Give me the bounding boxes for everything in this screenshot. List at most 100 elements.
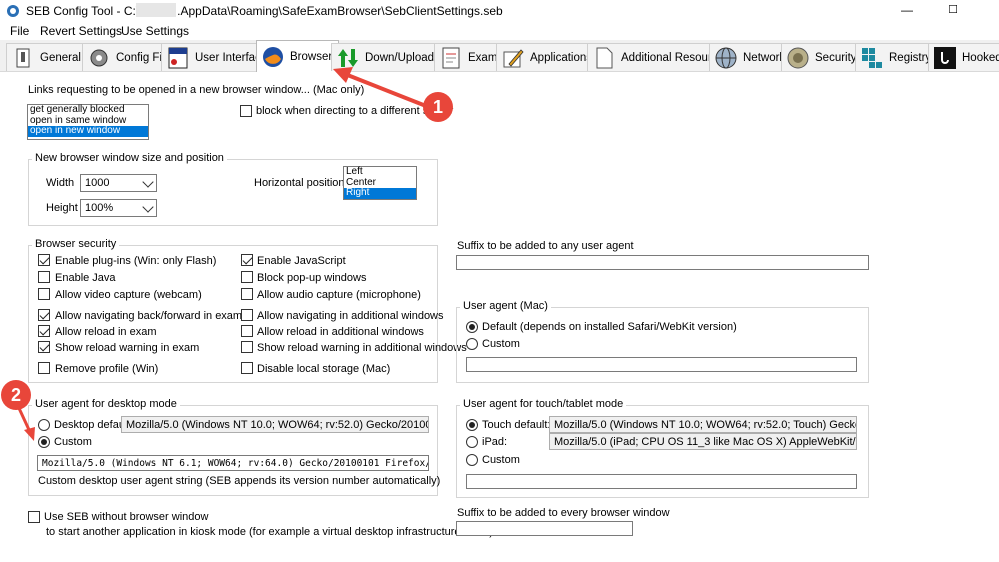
enable-java-checkbox[interactable] xyxy=(38,271,50,283)
window-title: SEB Config Tool - C:\Users\ .AppData\Roa… xyxy=(26,4,503,18)
desktop-custom-hint: Custom desktop user agent string (SEB ap… xyxy=(38,475,441,487)
tab-down-uploads[interactable]: Down/Uploads xyxy=(331,43,447,71)
tab-exam[interactable]: Exam xyxy=(434,43,505,71)
horizontal-positioning-listbox[interactable]: Left Center Right xyxy=(343,166,417,200)
disable-local-storage-checkbox[interactable] xyxy=(241,362,253,374)
mac-default-radio[interactable] xyxy=(466,321,478,333)
touch-default-radio[interactable] xyxy=(466,419,478,431)
height-label: Height xyxy=(46,202,78,214)
height-value: 100% xyxy=(85,202,114,214)
allow-reload-additional-label: Allow reload in additional windows xyxy=(257,326,424,338)
touch-default-ua-field[interactable]: Mozilla/5.0 (Windows NT 10.0; WOW64; rv:… xyxy=(549,416,857,433)
desktop-custom-radio[interactable] xyxy=(38,436,50,448)
allow-video-capture-checkbox[interactable] xyxy=(38,288,50,300)
menu-file[interactable]: File xyxy=(10,24,29,38)
seb-app-icon xyxy=(7,5,19,17)
tab-network[interactable]: Network xyxy=(709,43,793,71)
remove-profile-checkbox[interactable] xyxy=(38,362,50,374)
menu-bar: File Revert Settings Use Settings xyxy=(0,22,999,40)
ipad-ua-field[interactable]: Mozilla/5.0 (iPad; CPU OS 11_3 like Mac … xyxy=(549,433,857,450)
title-bar: SEB Config Tool - C:\Users\ .AppData\Roa… xyxy=(0,0,999,22)
switch-icon xyxy=(16,48,30,67)
allow-nav-additional-checkbox[interactable] xyxy=(241,309,253,321)
tab-general[interactable]: General xyxy=(6,43,88,71)
tab-label: Network xyxy=(743,51,786,64)
allow-audio-capture-label: Allow audio capture (microphone) xyxy=(257,289,421,301)
tab-label: Down/Uploads xyxy=(365,51,440,64)
tab-registry[interactable]: Registry xyxy=(855,43,939,71)
mac-custom-radio[interactable] xyxy=(466,338,478,350)
mac-default-label: Default (depends on installed Safari/Web… xyxy=(482,321,737,333)
desktop-custom-label: Custom xyxy=(54,436,92,448)
tab-label: Registry xyxy=(889,51,932,64)
list-item[interactable]: Left xyxy=(344,166,416,178)
blank-page-icon xyxy=(596,47,613,68)
chevron-down-icon xyxy=(142,176,154,188)
maximize-button[interactable]: ☐ xyxy=(930,0,976,22)
show-reload-warning-exam-checkbox[interactable] xyxy=(38,341,50,353)
document-icon xyxy=(442,47,460,68)
links-behavior-listbox[interactable]: get generally blocked open in same windo… xyxy=(27,104,149,140)
desktop-custom-ua-field[interactable]: Mozilla/5.0 (Windows NT 6.1; WOW64; rv:6… xyxy=(37,455,429,471)
list-item[interactable]: open in new window xyxy=(28,125,148,137)
ua-mac-group-title: User agent (Mac) xyxy=(460,300,551,312)
tab-label: Exam xyxy=(468,51,498,64)
touch-default-label: Touch default: xyxy=(482,419,551,431)
browser-security-group-title: Browser security xyxy=(32,238,120,250)
redacted-username xyxy=(136,3,176,17)
window-size-group-title: New browser window size and position xyxy=(32,152,227,164)
block-different-server-checkbox[interactable] xyxy=(240,105,252,117)
width-value: 1000 xyxy=(85,177,110,189)
enable-javascript-label: Enable JavaScript xyxy=(257,255,346,267)
mac-custom-ua-field[interactable] xyxy=(466,357,857,372)
allow-nav-exam-label: Allow navigating back/forward in exam xyxy=(55,310,243,322)
enable-plugins-checkbox[interactable] xyxy=(38,254,50,266)
tab-security[interactable]: Security xyxy=(781,43,864,71)
tab-hooked-keys[interactable]: Hooked K xyxy=(928,43,999,71)
allow-reload-exam-checkbox[interactable] xyxy=(38,325,50,337)
file-new-icon xyxy=(168,47,188,68)
annotation-badge-2: 2 xyxy=(1,380,31,410)
use-seb-without-browser-checkbox[interactable] xyxy=(28,511,40,523)
tab-label: Hooked K xyxy=(962,51,999,64)
ipad-radio[interactable] xyxy=(466,436,478,448)
desktop-default-ua-field[interactable]: Mozilla/5.0 (Windows NT 10.0; WOW64; rv:… xyxy=(121,416,429,433)
width-combo[interactable]: 1000 xyxy=(80,174,157,192)
mac-custom-label: Custom xyxy=(482,338,520,350)
suffix-ua-field[interactable] xyxy=(456,255,869,270)
menu-revert-settings[interactable]: Revert Settings xyxy=(40,24,122,38)
touch-custom-ua-field[interactable] xyxy=(466,474,857,489)
tab-label: General xyxy=(40,51,81,64)
enable-javascript-checkbox[interactable] xyxy=(241,254,253,266)
show-reload-warning-additional-checkbox[interactable] xyxy=(241,341,253,353)
block-popups-label: Block pop-up windows xyxy=(257,272,367,284)
suffix-window-field[interactable] xyxy=(456,521,633,536)
list-item[interactable]: get generally blocked xyxy=(28,104,148,116)
desktop-default-radio[interactable] xyxy=(38,419,50,431)
tab-applications[interactable]: Applications xyxy=(496,43,600,71)
allow-nav-additional-label: Allow navigating in additional windows xyxy=(257,310,444,322)
allow-audio-capture-checkbox[interactable] xyxy=(241,288,253,300)
ua-touch-group-title: User agent for touch/tablet mode xyxy=(460,398,627,410)
menu-use-settings[interactable]: Use Settings xyxy=(121,24,189,38)
firefox-icon xyxy=(263,46,283,67)
touch-custom-label: Custom xyxy=(482,454,520,466)
minimize-button[interactable]: — xyxy=(884,0,930,22)
list-item[interactable]: Right xyxy=(344,187,416,199)
height-combo[interactable]: 100% xyxy=(80,199,157,217)
suffix-window-label: Suffix to be added to every browser wind… xyxy=(457,507,670,519)
tab-browser[interactable]: Browser xyxy=(256,40,340,72)
touch-custom-radio[interactable] xyxy=(466,454,478,466)
show-reload-warning-additional-label: Show reload warning in additional window… xyxy=(257,342,467,354)
allow-reload-exam-label: Allow reload in exam xyxy=(55,326,157,338)
globe-icon xyxy=(715,47,737,68)
remove-profile-label: Remove profile (Win) xyxy=(55,363,159,375)
suffix-ua-label: Suffix to be added to any user agent xyxy=(457,240,634,252)
allow-reload-additional-checkbox[interactable] xyxy=(241,325,253,337)
registry-icon xyxy=(862,47,882,68)
block-popups-checkbox[interactable] xyxy=(241,271,253,283)
tab-strip: General Config File User Interface Brows… xyxy=(0,40,999,72)
gear-icon xyxy=(90,49,108,66)
annotation-badge-1: 1 xyxy=(423,92,453,122)
allow-nav-exam-checkbox[interactable] xyxy=(38,309,50,321)
